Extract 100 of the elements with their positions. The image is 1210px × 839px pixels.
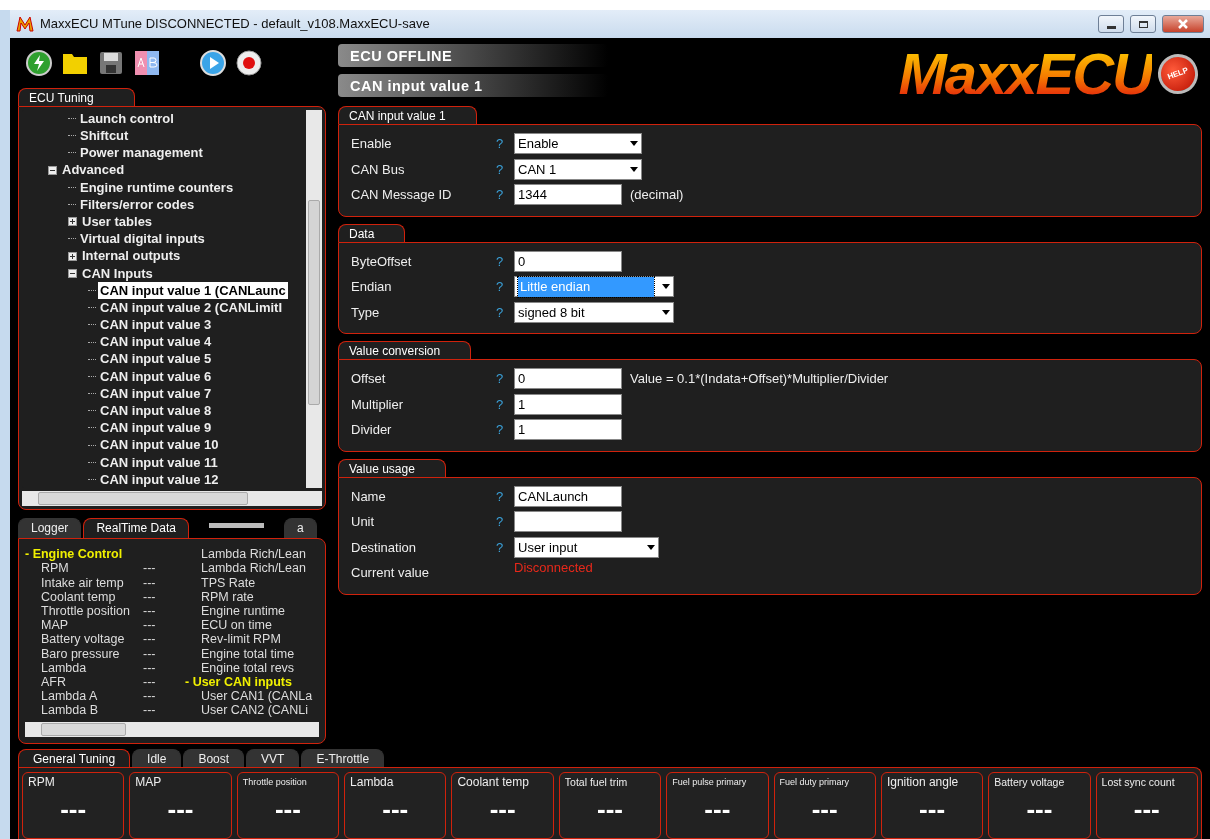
tree-item[interactable]: Power management [78, 144, 205, 162]
gauge-title: Coolant temp [457, 775, 530, 790]
help-icon[interactable]: ? [496, 420, 514, 440]
section-title: Value usage [338, 458, 446, 477]
input-field[interactable]: 0 [514, 250, 622, 272]
tree-item[interactable]: CAN input value 4 [98, 333, 214, 351]
input-field[interactable] [514, 511, 622, 533]
data-value: --- [143, 703, 156, 718]
compare-icon[interactable] [134, 50, 160, 76]
input-field[interactable]: 1 [514, 393, 622, 415]
gauge-value: --- [59, 794, 88, 824]
input-field[interactable]: 1 [514, 419, 622, 441]
gauge-value: --- [918, 794, 947, 824]
help-icon[interactable]: ? [496, 369, 514, 389]
tree-item[interactable]: User tables [80, 213, 155, 231]
tree-item[interactable]: CAN input value 8 [98, 402, 214, 420]
tree-item[interactable]: Engine runtime counters [78, 178, 236, 196]
data-label: Lambda A [40, 689, 99, 704]
caret-icon [662, 309, 670, 315]
input-field[interactable]: CANLaunch [514, 485, 622, 507]
panel-tab[interactable]: Logger [18, 518, 82, 539]
maximize-button[interactable] [1130, 15, 1156, 33]
field-label: Current value [351, 564, 431, 582]
caret-icon [662, 284, 670, 290]
save-icon[interactable] [98, 50, 124, 76]
minimize-button[interactable] [1098, 15, 1124, 33]
help-icon[interactable]: ? [496, 251, 514, 271]
gauge-value: --- [1132, 794, 1161, 824]
data-value: --- [143, 674, 156, 690]
tree-item[interactable]: CAN input value 9 [98, 419, 214, 437]
tree-item[interactable]: CAN input value 12 [98, 470, 221, 489]
horizontal-scrollbar[interactable] [22, 491, 322, 507]
data-label: RPM rate [200, 589, 254, 604]
panel-tab[interactable]: General Tuning [18, 749, 131, 767]
expander-icon[interactable] [68, 268, 77, 278]
panel-tab[interactable]: Idle [132, 749, 182, 767]
tree-item[interactable]: CAN input value 6 [98, 367, 214, 385]
data-value: --- [143, 618, 156, 633]
close-button[interactable] [1162, 15, 1204, 33]
tree-item[interactable]: CAN input value 10 [98, 436, 221, 454]
group-header[interactable]: - Engine Control [25, 547, 123, 562]
tree-item[interactable]: Launch control [78, 110, 176, 128]
dropdown[interactable]: User input [514, 536, 659, 558]
play-icon[interactable] [200, 50, 226, 76]
tree-item[interactable]: Virtual digital inputs [78, 230, 207, 248]
record-icon[interactable] [236, 50, 262, 76]
help-icon[interactable]: ? [496, 512, 514, 532]
dropdown[interactable]: Enable [514, 133, 642, 155]
separator-bar [208, 523, 264, 529]
panel-tab[interactable]: E-Throttle [301, 749, 385, 767]
panel-tab[interactable]: Boost [183, 749, 245, 767]
expander-icon[interactable] [68, 217, 77, 227]
help-icon[interactable]: ? [496, 302, 514, 322]
input-field[interactable]: 1344 [514, 184, 622, 206]
tree-item[interactable]: CAN input value 5 [98, 350, 214, 368]
expander-icon[interactable] [68, 251, 77, 261]
tree-item[interactable]: Internal outputs [80, 247, 183, 265]
dropdown[interactable]: CAN 1 [514, 158, 642, 180]
tree-item[interactable]: CAN input value 3 [98, 316, 214, 334]
help-icon[interactable]: ? [496, 486, 514, 506]
tree-item[interactable]: CAN input value 1 (CANLaunc [98, 281, 288, 300]
section-title: Data [338, 223, 406, 242]
panel-tab[interactable]: a [283, 518, 317, 539]
panel-tab[interactable]: ECU Tuning [18, 88, 135, 106]
data-value: --- [143, 575, 156, 590]
tree-item[interactable]: Shiftcut [78, 127, 131, 145]
help-icon[interactable]: ? [496, 277, 514, 297]
data-label: MAP [40, 618, 70, 633]
vertical-scrollbar[interactable] [306, 110, 322, 489]
group-header[interactable]: - User CAN inputs [185, 674, 292, 690]
help-icon[interactable]: ? [496, 185, 514, 205]
data-label: Lambda Rich/Lean [200, 547, 306, 562]
expander-icon[interactable] [48, 165, 57, 175]
tree-item[interactable]: CAN input value 11 [98, 453, 220, 471]
input-field[interactable]: 0 [514, 368, 622, 390]
dropdown[interactable]: signed 8 bit [514, 301, 674, 323]
gauge-title: MAP [135, 775, 163, 790]
horizontal-scrollbar[interactable] [25, 721, 319, 737]
gauge-title: Throttle position [242, 776, 308, 789]
data-label: Engine runtime [200, 603, 286, 619]
help-icon[interactable]: ? [496, 134, 514, 154]
tree-item[interactable]: CAN input value 7 [98, 385, 214, 403]
tree-item[interactable]: Advanced [60, 161, 127, 179]
data-label: Intake air temp [40, 575, 125, 590]
section-title: CAN input value 1 [338, 106, 477, 124]
help-icon[interactable]: ? [496, 394, 514, 414]
app-logo-icon [16, 16, 34, 32]
help-icon[interactable]: ? [496, 537, 514, 557]
power-icon[interactable] [26, 50, 52, 76]
tree-item[interactable]: CAN Inputs [80, 264, 155, 282]
data-label: User CAN2 (CANLi [200, 703, 308, 718]
tree-item[interactable]: CAN input value 2 (CANLimitI [98, 299, 284, 317]
caret-icon [630, 166, 638, 172]
gauge-title: Total fuel trim [564, 775, 629, 790]
data-label: Battery voltage [40, 632, 126, 647]
panel-tab[interactable]: RealTime Data [83, 518, 189, 539]
panel-tab[interactable]: VVT [246, 749, 300, 767]
help-icon[interactable]: ? [496, 159, 514, 179]
tree-item[interactable]: Filters/error codes [78, 195, 197, 214]
data-value: --- [143, 589, 156, 604]
